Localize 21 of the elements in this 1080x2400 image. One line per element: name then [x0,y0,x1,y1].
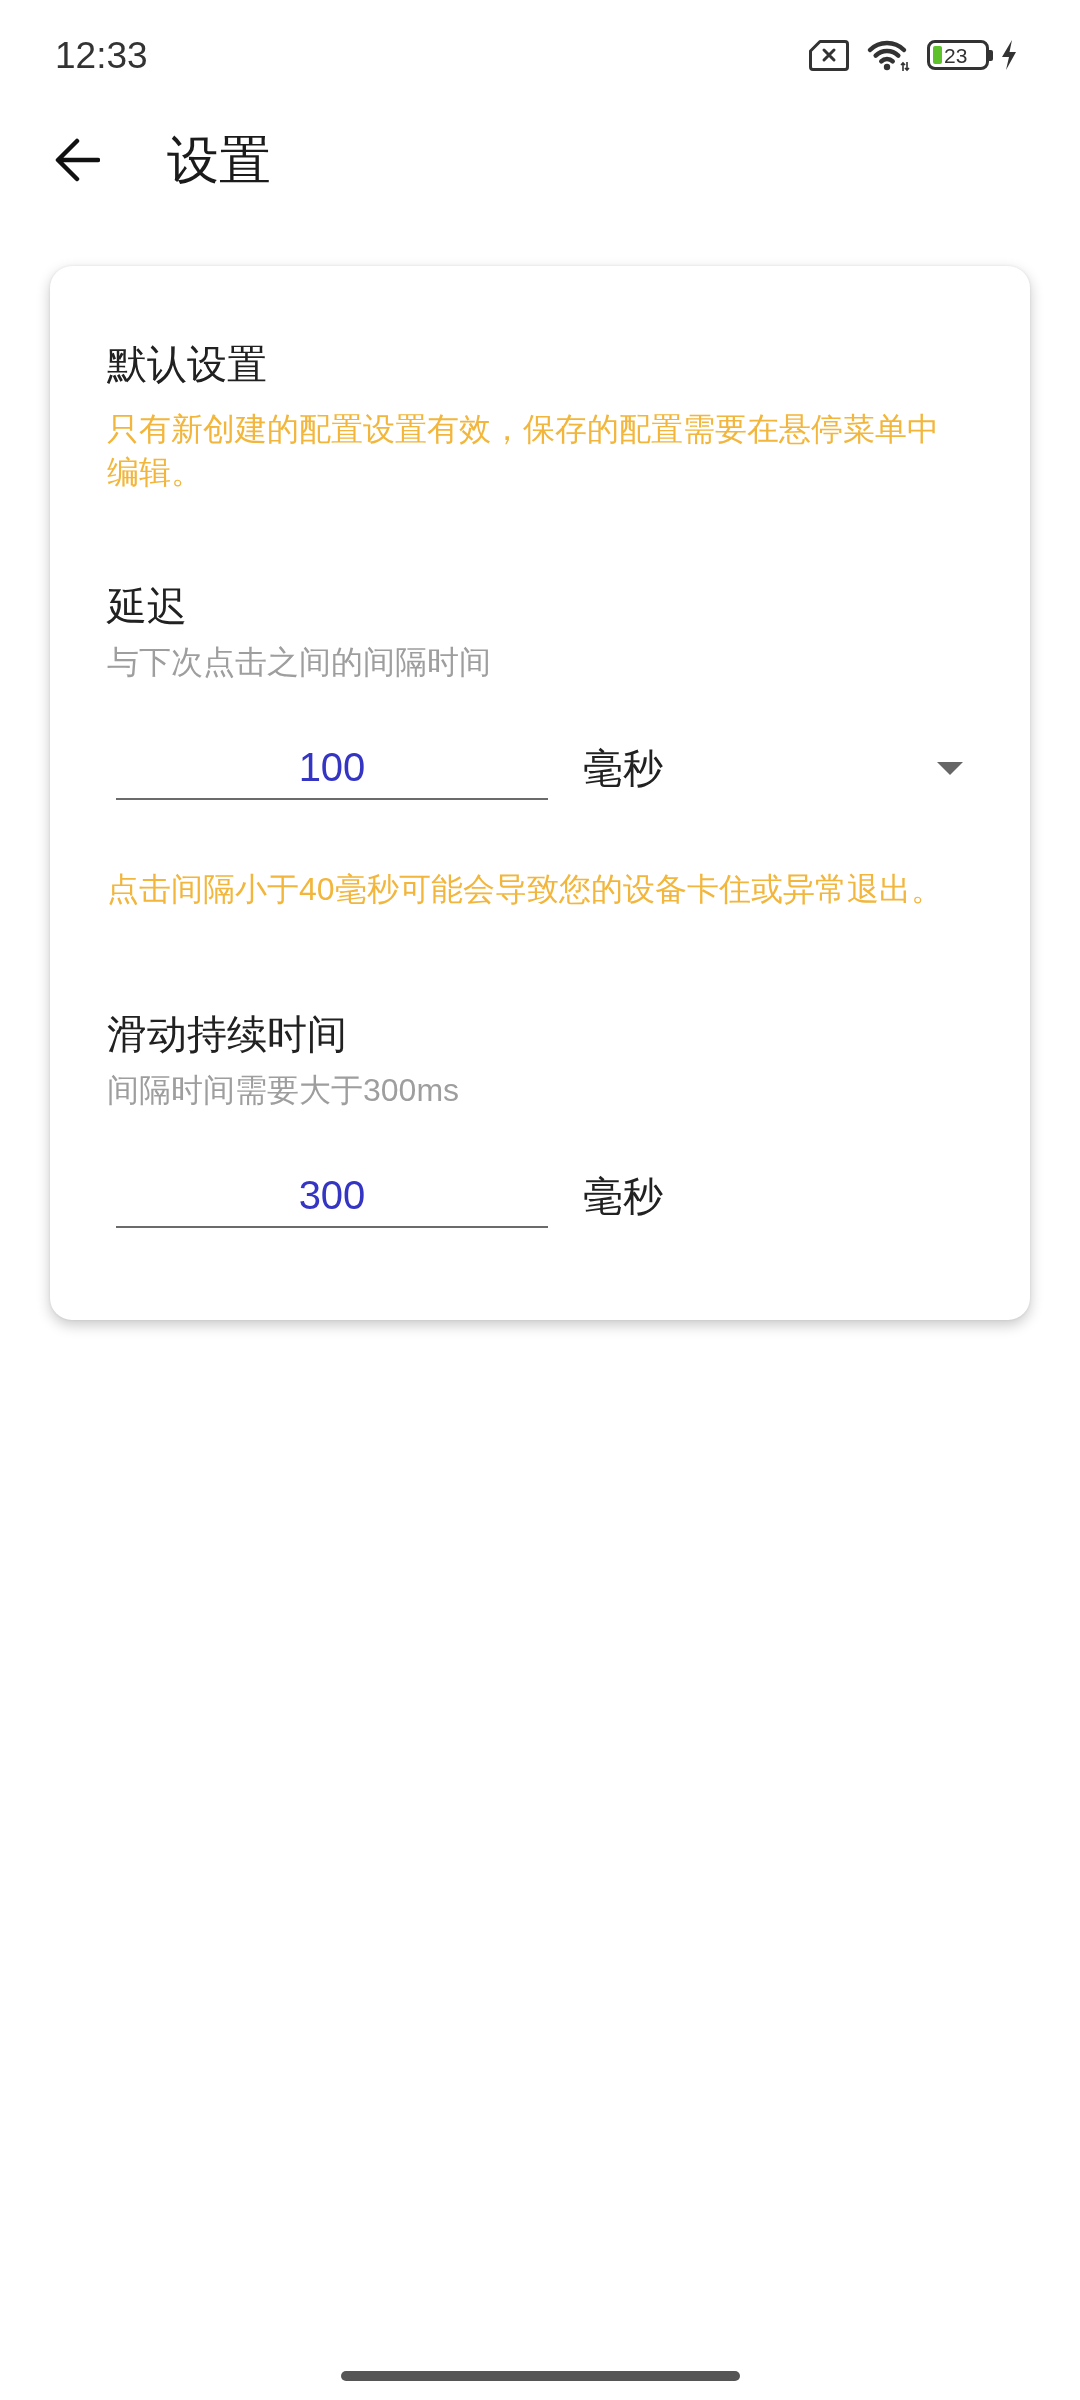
setting-description: 间隔时间需要大于300ms [107,1071,461,1110]
warning-text: 点击间隔小于40毫秒可能会导致您的设备卡住或异常退出。 [107,870,944,909]
card-title: 默认设置 [107,341,268,388]
bolt-icon [1000,40,1018,70]
unit-label: 毫秒 [583,1173,663,1220]
setting-title: 延迟 [107,583,188,630]
dropdown-caret-icon [937,761,963,775]
info-note: 只有新创建的配置设置有效，保存的配置需要在悬停菜单中编辑。 [107,410,940,492]
page-title: 设置 [167,129,271,191]
battery-fill-icon [933,46,942,64]
sim-card-x-icon [809,39,849,71]
status-time: 12:33 [55,36,148,74]
back-button[interactable] [55,138,100,182]
setting-description: 与下次点击之间的间隔时间 [107,643,492,682]
number-input[interactable]: 300 [116,1164,548,1228]
back-arrow-icon [55,138,100,182]
setting-title: 滑动持续时间 [107,1011,348,1058]
number-input[interactable]: 100 [116,736,548,800]
battery-percent: 23 [944,44,968,66]
unit-dropdown[interactable]: 毫秒 [583,736,973,800]
wifi-icon [865,38,911,72]
